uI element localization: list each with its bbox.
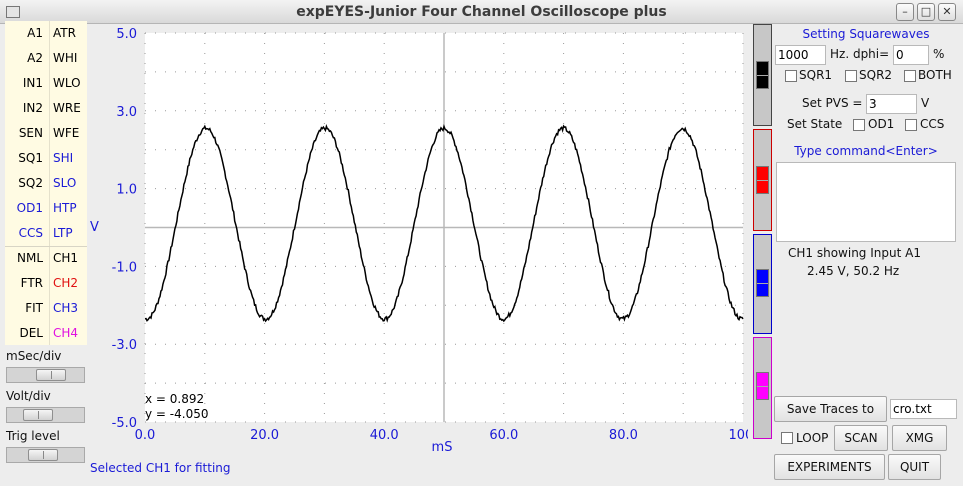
msec-div-slider-handle[interactable]: [36, 369, 66, 381]
od1-label: OD1: [868, 117, 895, 131]
y-tick-label: -5.0: [112, 416, 137, 431]
panel-button-wre[interactable]: WRE: [53, 96, 91, 121]
panel-button-nml[interactable]: NML: [5, 246, 43, 271]
ch2-slider[interactable]: [753, 129, 772, 231]
ccs-checkbox[interactable]: [905, 119, 917, 131]
panel-button-ccs[interactable]: CCS: [5, 221, 43, 246]
close-button[interactable]: ✕: [938, 3, 956, 21]
panel-button-shi[interactable]: SHI: [53, 146, 91, 171]
panel-button-a2[interactable]: A2: [5, 46, 43, 71]
y-tick-label: 3.0: [116, 105, 137, 120]
panel-button-atr[interactable]: ATR: [53, 21, 91, 46]
x-tick-label: 80.0: [609, 428, 638, 443]
ch1-slider[interactable]: [753, 24, 772, 126]
measurement-readout: 2.45 V, 50.2 Hz: [807, 264, 900, 278]
both-checkbox[interactable]: [904, 70, 916, 82]
panel-button-a1[interactable]: A1: [5, 21, 43, 46]
x-tick-label: 20.0: [250, 428, 279, 443]
pvs-label: Set PVS =: [802, 96, 863, 110]
y-axis-unit: V: [90, 220, 99, 235]
oscilloscope-plot[interactable]: 5.0 3.0 1.0 -1.0 -3.0 -5.0 0.0 20.0 40.0 60.0 80.0…: [88, 23, 757, 461]
loop-label: LOOP: [796, 431, 829, 445]
ch4-offset-handle[interactable]: [756, 372, 769, 400]
panel-button-whi[interactable]: WHI: [53, 46, 91, 71]
volt-div-slider-handle[interactable]: [23, 409, 53, 421]
quit-button[interactable]: QUIT: [888, 454, 941, 480]
panel-button-in2[interactable]: IN2: [5, 96, 43, 121]
panel-button-wlo[interactable]: WLO: [53, 71, 91, 96]
filename-input[interactable]: cro.txt: [890, 399, 957, 419]
channel-info: CH1 showing Input A1: [788, 246, 921, 260]
y-tick-label: -1.0: [112, 260, 137, 275]
x-tick-label: 40.0: [370, 428, 399, 443]
ch3-slider[interactable]: [753, 234, 772, 334]
sqr2-checkbox[interactable]: [845, 70, 857, 82]
panel-button-fit[interactable]: FIT: [5, 296, 43, 321]
save-traces-button[interactable]: Save Traces to: [774, 396, 887, 422]
panel-button-htp[interactable]: HTP: [53, 196, 91, 221]
frequency-input[interactable]: 1000: [775, 45, 826, 65]
ch3-offset-handle[interactable]: [756, 269, 769, 297]
both-label: BOTH: [918, 68, 952, 82]
panel-button-ltp[interactable]: LTP: [53, 221, 91, 246]
sqr1-label: SQR1: [799, 68, 833, 82]
sqr2-label: SQR2: [859, 68, 893, 82]
panel-button-ch1[interactable]: CH1: [53, 246, 91, 271]
trig-level-slider[interactable]: [6, 447, 85, 463]
panel-button-sq1[interactable]: SQ1: [5, 146, 43, 171]
scan-button[interactable]: SCAN: [834, 425, 888, 451]
pvs-unit: V: [921, 96, 930, 110]
command-label: Type command<Enter>: [794, 144, 938, 158]
od1-checkbox[interactable]: [853, 119, 865, 131]
trig-level-slider-handle[interactable]: [28, 449, 58, 461]
minimize-button[interactable]: –: [896, 3, 914, 21]
y-tick-label: 5.0: [116, 27, 137, 42]
frequency-label: Hz. dphi=: [830, 47, 890, 61]
panel-button-ch2[interactable]: CH2: [53, 271, 91, 296]
command-textbox[interactable]: [776, 162, 956, 242]
status-message: Selected CH1 for fitting: [90, 461, 231, 475]
y-tick-label: 1.0: [116, 183, 137, 198]
left-button-panel: A1 ATR A2 WHI IN1 WLO IN2 WRE SEN WFE SQ1 SHI SQ2 SLO…: [5, 21, 87, 345]
maximize-button[interactable]: □: [917, 3, 935, 21]
panel-button-ch4[interactable]: CH4: [53, 321, 91, 346]
panel-button-od1[interactable]: OD1: [5, 196, 43, 221]
x-axis-unit: mS: [432, 440, 453, 455]
msec-div-slider[interactable]: [6, 367, 85, 383]
panel-button-ch3[interactable]: CH3: [53, 296, 91, 321]
state-label: Set State: [787, 117, 843, 131]
panel-button-del[interactable]: DEL: [5, 321, 43, 346]
panel-button-in1[interactable]: IN1: [5, 71, 43, 96]
trig-level-label: Trig level: [6, 429, 60, 443]
pvs-input[interactable]: 3: [866, 94, 917, 114]
msec-div-label: mSec/div: [6, 349, 62, 363]
cursor-y-readout: y = -4.050: [145, 407, 208, 421]
y-tick-label: -3.0: [112, 338, 137, 353]
panel-button-ftr[interactable]: FTR: [5, 271, 43, 296]
panel-button-slo[interactable]: SLO: [53, 171, 91, 196]
loop-checkbox[interactable]: [781, 432, 793, 444]
plot-canvas[interactable]: 5.0 3.0 1.0 -1.0 -3.0 -5.00.0 20.0 40.0 60.0 80.0…: [88, 23, 757, 461]
experiments-button[interactable]: EXPERIMENTS: [774, 454, 885, 480]
title-bar: expEYES-Junior Four Channel Oscilloscope…: [0, 0, 963, 24]
xmg-button[interactable]: XMG: [892, 425, 947, 451]
x-tick-label: 60.0: [489, 428, 518, 443]
dphi-input[interactable]: 0: [893, 45, 929, 65]
x-tick-label: 0.0: [135, 428, 156, 443]
ccs-label: CCS: [920, 117, 945, 131]
window-title: expEYES-Junior Four Channel Oscilloscope…: [296, 4, 667, 20]
ch1-offset-handle[interactable]: [756, 61, 769, 89]
panel-button-wfe[interactable]: WFE: [53, 121, 91, 146]
cursor-x-readout: x = 0.892: [145, 392, 204, 406]
sqr1-checkbox[interactable]: [785, 70, 797, 82]
percent-label: %: [933, 47, 945, 61]
panel-button-sen[interactable]: SEN: [5, 121, 43, 146]
squarewave-heading: Setting Squarewaves: [802, 27, 930, 41]
ch2-offset-handle[interactable]: [756, 166, 769, 194]
panel-button-sq2[interactable]: SQ2: [5, 171, 43, 196]
volt-div-label: Volt/div: [6, 389, 51, 403]
x-tick-label: 100.: [729, 428, 748, 443]
volt-div-slider[interactable]: [6, 407, 85, 423]
ch4-slider[interactable]: [753, 337, 772, 439]
